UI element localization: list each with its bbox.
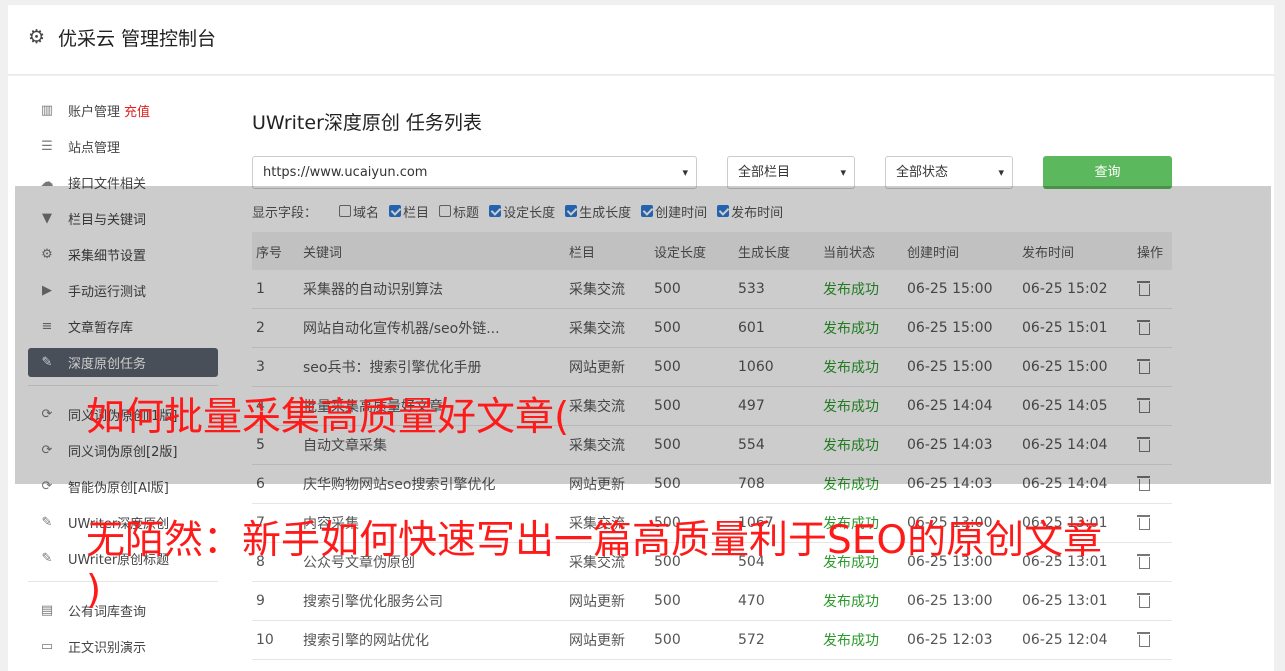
category-select-value: 全部栏目 <box>738 165 791 180</box>
chevron-down-icon: ▾ <box>840 166 846 179</box>
sidebar-divider <box>28 581 218 582</box>
row-set-length: 500 <box>654 593 681 609</box>
row-status: 发布成功 <box>823 594 879 610</box>
row-number: 10 <box>256 632 274 648</box>
edit-icon: ✎ <box>41 514 53 530</box>
edit-icon: ✎ <box>41 550 53 566</box>
overlay-subheadline: 无陌然：新手如何快速写出一篇高质量利于SEO的原创文章 <box>86 518 1103 563</box>
delete-button[interactable] <box>1133 631 1172 650</box>
sidebar-item-text-recognition[interactable]: ▭ 正文识别演示 <box>28 632 218 661</box>
delete-button[interactable] <box>1133 592 1172 611</box>
delete-button[interactable] <box>1133 553 1172 572</box>
row-gen-length: 572 <box>738 632 765 648</box>
category-select[interactable]: 全部栏目 ▾ <box>727 156 855 189</box>
row-category: 网站更新 <box>569 633 625 649</box>
row-publish-time: 06-25 12:04 <box>1022 632 1108 648</box>
row-publish-time: 06-25 13:01 <box>1022 593 1108 609</box>
row-create-time: 06-25 12:03 <box>907 632 993 648</box>
header-bar: ⚙ 优采云 管理控制台 <box>8 5 1274 75</box>
status-select[interactable]: 全部状态 ▾ <box>885 156 1013 189</box>
sidebar-item-label: 站点管理 <box>68 141 121 156</box>
overlay-headline: 如何批量采集高质量好文章( <box>86 395 570 440</box>
trash-icon[interactable] <box>1137 592 1150 608</box>
site-select-value: https://www.ucaiyun.com <box>263 165 428 180</box>
row-status: 发布成功 <box>823 633 879 649</box>
trash-icon[interactable] <box>1137 553 1150 569</box>
sidebar-item-account[interactable]: ▥ 账户管理 充值 <box>28 96 218 125</box>
table-row: 10 搜索引擎的网站优化 网站更新 500 572 发布成功 06-25 12:03 06-2… <box>252 621 1172 660</box>
query-button[interactable]: 查询 <box>1043 156 1172 189</box>
row-keyword: 搜索引擎的网站优化 <box>303 633 429 649</box>
sidebar-item-label: 公有词库查询 <box>68 605 147 620</box>
console-title: 优采云 管理控制台 <box>58 28 217 50</box>
row-create-time: 06-25 13:00 <box>907 593 993 609</box>
status-select-value: 全部状态 <box>896 165 949 180</box>
delete-button[interactable] <box>1133 514 1172 533</box>
sidebar-item-label: 账户管理 <box>68 105 121 120</box>
server-icon: ☰ <box>41 138 53 154</box>
site-select[interactable]: https://www.ucaiyun.com ▾ <box>252 156 697 189</box>
monitor-icon: ▭ <box>40 638 54 654</box>
table-row: 9 搜索引擎优化服务公司 网站更新 500 470 发布成功 06-25 13:00 06-2… <box>252 582 1172 621</box>
row-set-length: 500 <box>654 632 681 648</box>
page-title: UWriter深度原创 任务列表 <box>252 112 482 134</box>
sidebar-item-sites[interactable]: ☰ 站点管理 <box>28 132 218 161</box>
row-keyword: 搜索引擎优化服务公司 <box>303 594 443 610</box>
sidebar-item-public-lexicon[interactable]: ▤ 公有词库查询 <box>28 596 218 625</box>
book-icon: ▤ <box>40 602 54 618</box>
overlay-closing-paren: ) <box>86 568 102 613</box>
chevron-down-icon: ▾ <box>682 166 688 179</box>
sidebar-item-label: 正文识别演示 <box>68 641 147 656</box>
row-category: 网站更新 <box>569 594 625 610</box>
bar-chart-icon: ▥ <box>40 102 54 118</box>
gear-icon: ⚙ <box>28 26 46 48</box>
row-gen-length: 470 <box>738 593 765 609</box>
trash-icon[interactable] <box>1137 631 1150 647</box>
chevron-down-icon: ▾ <box>998 166 1004 179</box>
recharge-link[interactable]: 充值 <box>124 101 150 120</box>
trash-icon[interactable] <box>1137 514 1150 530</box>
row-number: 9 <box>256 593 265 609</box>
